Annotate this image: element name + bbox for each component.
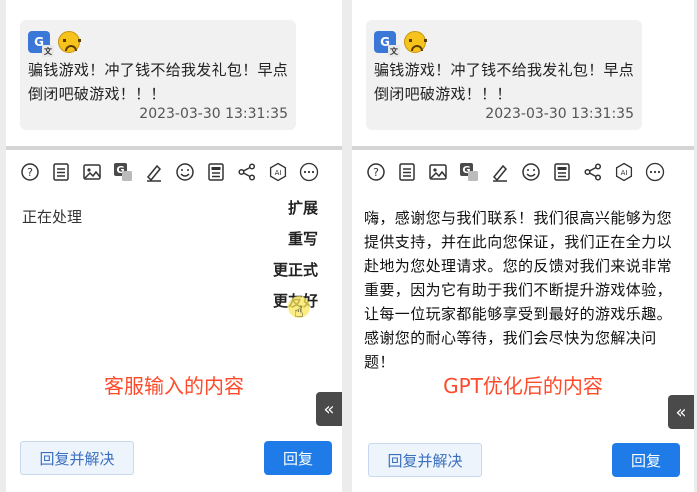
reply-editor[interactable]: 嗨，感谢您与我们联系！我们很高兴能够为您提供支持，并在此向您保证，我们正在全力以…: [364, 206, 686, 374]
customer-message-bubble: G 骗钱游戏！冲了钱不给我发礼包！早点倒闭吧破游戏！！！ 2023-03-30 …: [20, 20, 296, 130]
reply-button[interactable]: 回复: [264, 441, 332, 475]
message-badges: G: [374, 30, 427, 57]
emoji-icon[interactable]: [175, 162, 195, 182]
image-icon[interactable]: [82, 162, 102, 182]
more-icon[interactable]: [645, 162, 665, 182]
document-icon[interactable]: [51, 162, 71, 182]
panel-agent-input: G 骗钱游戏！冲了钱不给我发礼包！早点倒闭吧破游戏！！！ 2023-03-30 …: [6, 0, 342, 492]
share-icon[interactable]: [583, 162, 603, 182]
ai-icon-label: AI: [275, 169, 282, 177]
share-icon[interactable]: [237, 162, 257, 182]
reply-and-resolve-button[interactable]: 回复并解决: [20, 441, 134, 475]
svg-text:?: ?: [373, 166, 379, 179]
reply-and-resolve-button[interactable]: 回复并解决: [368, 443, 482, 477]
document-icon[interactable]: [397, 162, 417, 182]
message-area: G 骗钱游戏！冲了钱不给我发礼包！早点倒闭吧破游戏！！！ 2023-03-30 …: [6, 0, 342, 146]
message-area: G 骗钱游戏！冲了钱不给我发礼包！早点倒闭吧破游戏！！！ 2023-03-30 …: [352, 0, 694, 146]
hand-cursor-icon: ☝: [294, 302, 304, 321]
clipboard-icon[interactable]: [206, 162, 226, 182]
divider: [6, 146, 342, 150]
menu-item-rewrite[interactable]: 重写: [288, 227, 318, 252]
collapse-button[interactable]: «: [316, 392, 342, 426]
translate-icon[interactable]: G: [113, 162, 133, 182]
ai-icon-label: AI: [621, 169, 628, 177]
reply-button[interactable]: 回复: [612, 443, 680, 477]
ai-icon[interactable]: AI: [614, 162, 634, 182]
emoji-icon[interactable]: [521, 162, 541, 182]
message-text: 骗钱游戏！冲了钱不给我发礼包！早点倒闭吧破游戏！！！: [28, 61, 289, 103]
angry-face-icon: [404, 31, 427, 53]
image-icon[interactable]: [428, 162, 448, 182]
pen-icon[interactable]: [490, 162, 510, 182]
customer-message-bubble: G 骗钱游戏！冲了钱不给我发礼包！早点倒闭吧破游戏！！！ 2023-03-30 …: [366, 20, 642, 130]
help-icon[interactable]: ?: [20, 162, 40, 182]
menu-item-expand[interactable]: 扩展: [288, 196, 318, 221]
translate-icon[interactable]: G: [28, 31, 54, 57]
message-badges: G: [28, 30, 81, 57]
more-icon[interactable]: [299, 162, 319, 182]
reply-editor[interactable]: 正在处理: [22, 206, 82, 227]
editor-toolbar: ? G AI: [366, 160, 665, 184]
help-icon[interactable]: ?: [366, 162, 386, 182]
menu-item-more-formal[interactable]: 更正式: [273, 258, 318, 283]
message-text: 骗钱游戏！冲了钱不给我发礼包！早点倒闭吧破游戏！！！: [374, 61, 635, 103]
caption-agent-input: 客服输入的内容: [104, 374, 244, 398]
angry-face-icon: [58, 31, 81, 53]
ai-icon[interactable]: AI: [268, 162, 288, 182]
pen-icon[interactable]: [144, 162, 164, 182]
panel-gpt-optimized: G 骗钱游戏！冲了钱不给我发礼包！早点倒闭吧破游戏！！！ 2023-03-30 …: [352, 0, 694, 492]
editor-toolbar: ? G AI: [20, 160, 319, 184]
collapse-button[interactable]: «: [668, 395, 694, 429]
clipboard-icon[interactable]: [552, 162, 572, 182]
translate-icon[interactable]: G: [374, 31, 400, 57]
message-timestamp: 2023-03-30 13:31:35: [139, 106, 288, 122]
caption-gpt-optimized: GPT优化后的内容: [443, 374, 603, 398]
translate-icon[interactable]: G: [459, 162, 479, 182]
message-timestamp: 2023-03-30 13:31:35: [485, 106, 634, 122]
divider: [352, 146, 694, 150]
svg-text:?: ?: [27, 166, 33, 179]
